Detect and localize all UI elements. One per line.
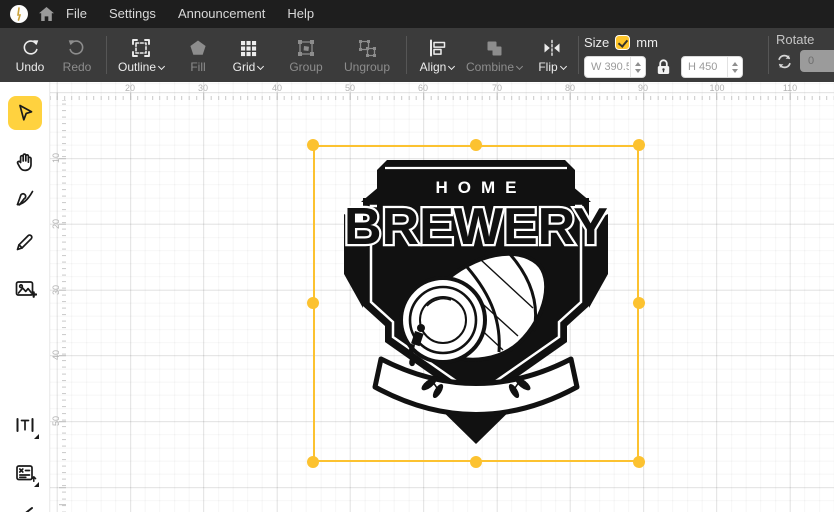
- height-field: [681, 56, 743, 78]
- flip-label: Flip: [538, 61, 565, 74]
- rotate-icon[interactable]: [776, 53, 793, 70]
- home-icon[interactable]: [38, 6, 55, 22]
- chevron-down-icon: [448, 63, 455, 70]
- selection-box[interactable]: [313, 145, 639, 462]
- mm-checkbox[interactable]: [615, 35, 630, 50]
- toolbar-separator: [768, 36, 769, 74]
- rotate-section: Rotate: [776, 28, 834, 82]
- selection-handle-nw[interactable]: [307, 139, 319, 151]
- selection-handle-se[interactable]: [633, 456, 645, 468]
- grid-label: Grid: [233, 61, 264, 74]
- align-label: Align: [420, 61, 455, 74]
- rotate-field: [800, 50, 834, 72]
- ungroup-label: Ungroup: [344, 61, 390, 74]
- lock-icon[interactable]: [655, 58, 672, 76]
- group-icon: [295, 36, 317, 60]
- ungroup-button[interactable]: Ungroup: [338, 28, 396, 82]
- menu-bar: File Settings Announcement Help: [0, 0, 834, 28]
- menu-announcement[interactable]: Announcement: [167, 0, 276, 28]
- selection-handle-w[interactable]: [307, 297, 319, 309]
- line-icon: [13, 501, 37, 512]
- redo-label: Redo: [63, 61, 92, 74]
- outline-icon: [130, 36, 152, 60]
- menu-help[interactable]: Help: [276, 0, 325, 28]
- horizontal-ruler: 20 30 40 50 60 70 80 90 100 110: [50, 82, 834, 100]
- size-label: Size: [584, 35, 609, 50]
- vector-pen-tool[interactable]: [8, 180, 42, 214]
- group-label: Group: [289, 61, 322, 74]
- combine-icon: [483, 36, 505, 60]
- image-plus-icon: [13, 277, 37, 301]
- selection-handle-sw[interactable]: [307, 456, 319, 468]
- toolbar: Undo Redo Outline: [0, 28, 834, 82]
- pan-tool[interactable]: [8, 145, 42, 179]
- app-window: File Settings Announcement Help Undo Red…: [0, 0, 834, 512]
- vertical-ruler: 10 20 30 40 50: [50, 100, 66, 512]
- chevron-down-icon: [257, 63, 264, 70]
- menu-file[interactable]: File: [55, 0, 98, 28]
- app-logo-glyph: [13, 7, 25, 21]
- group-button[interactable]: Group: [282, 28, 330, 82]
- flip-button[interactable]: Flip: [530, 28, 574, 82]
- undo-button[interactable]: Undo: [8, 28, 52, 82]
- flyout-indicator: [34, 434, 39, 439]
- pencil-tool[interactable]: [8, 225, 42, 259]
- pen-nib-icon: [13, 185, 37, 209]
- redo-button[interactable]: Redo: [55, 28, 99, 82]
- rotate-input[interactable]: [800, 55, 834, 67]
- pencil-icon: [13, 230, 37, 254]
- chevron-down-icon: [158, 63, 165, 70]
- undo-label: Undo: [16, 61, 45, 74]
- flip-icon: [541, 36, 563, 60]
- select-tool[interactable]: [8, 96, 42, 130]
- width-field: [584, 56, 646, 78]
- chevron-down-icon: [516, 63, 523, 70]
- outline-label: Outline: [118, 61, 164, 74]
- size-section: Size mm: [584, 28, 743, 82]
- outline-button[interactable]: Outline: [114, 28, 168, 82]
- undo-icon: [19, 36, 41, 60]
- width-stepper[interactable]: [630, 57, 645, 77]
- line-tool[interactable]: [8, 496, 42, 512]
- toolbar-separator: [406, 36, 407, 74]
- fill-label: Fill: [190, 61, 205, 74]
- combine-label: Combine: [466, 61, 522, 74]
- combine-button[interactable]: Combine: [464, 28, 524, 82]
- select-arrow-icon: [13, 101, 37, 125]
- grid-icon: [237, 36, 259, 60]
- selection-handle-s[interactable]: [470, 456, 482, 468]
- app-logo-icon[interactable]: [10, 5, 28, 23]
- text-tool[interactable]: [8, 408, 42, 442]
- selection-handle-ne[interactable]: [633, 139, 645, 151]
- rotate-label: Rotate: [776, 32, 834, 47]
- toolbar-separator: [106, 36, 107, 74]
- insert-image-tool[interactable]: [8, 272, 42, 306]
- ungroup-icon: [356, 36, 378, 60]
- flyout-indicator: [34, 482, 39, 487]
- height-stepper[interactable]: [727, 57, 742, 77]
- redo-icon: [66, 36, 88, 60]
- fill-icon: [187, 36, 209, 60]
- selection-handle-e[interactable]: [633, 297, 645, 309]
- chevron-down-icon: [560, 63, 567, 70]
- height-input[interactable]: [682, 57, 726, 77]
- align-button[interactable]: Align: [412, 28, 462, 82]
- mm-label: mm: [636, 35, 658, 50]
- align-icon: [426, 36, 448, 60]
- toolbar-separator: [578, 36, 579, 74]
- fill-button[interactable]: Fill: [176, 28, 220, 82]
- width-input[interactable]: [585, 57, 629, 77]
- selection-handle-n[interactable]: [470, 139, 482, 151]
- tool-sidebar: [0, 82, 50, 512]
- menu-settings[interactable]: Settings: [98, 0, 167, 28]
- hand-icon: [13, 150, 37, 174]
- variable-data-tool[interactable]: [8, 456, 42, 490]
- grid-button[interactable]: Grid: [224, 28, 272, 82]
